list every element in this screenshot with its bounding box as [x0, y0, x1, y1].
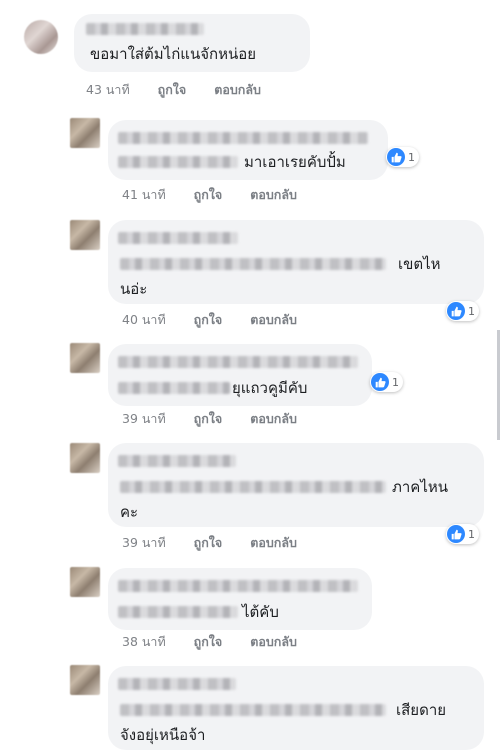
reply-link[interactable]: ตอบกลับ: [250, 535, 297, 550]
reply-comment: มาเอาเรยคับปั้ม 1 41 นาที ถูกใจ ตอบกลับ: [0, 110, 500, 210]
blurred-author-name[interactable]: [118, 132, 368, 144]
reply-link[interactable]: ตอบกลับ: [250, 411, 297, 426]
comment-meta: 41 นาที ถูกใจ ตอบกลับ: [122, 185, 321, 205]
reply-link[interactable]: ตอบกลับ: [250, 634, 297, 649]
avatar[interactable]: [70, 118, 100, 148]
reaction-count[interactable]: 1: [370, 372, 403, 392]
reaction-number: 1: [392, 375, 399, 389]
blurred-text: [118, 382, 230, 394]
like-link[interactable]: ถูกใจ: [158, 82, 187, 97]
avatar[interactable]: [70, 443, 100, 473]
avatar[interactable]: [70, 665, 100, 695]
avatar[interactable]: [70, 220, 100, 250]
comment-text: ภาคไหน: [392, 478, 449, 496]
blurred-author-name[interactable]: [118, 580, 358, 592]
blurred-text: [120, 704, 386, 716]
comment-bubble: ยุแถวคูมีคับ: [108, 344, 372, 406]
like-thumb-icon: [447, 525, 465, 543]
reaction-count[interactable]: 1: [386, 147, 419, 167]
comment-bubble: ไต้คับ: [108, 568, 372, 630]
like-link[interactable]: ถูกใจ: [194, 535, 223, 550]
blurred-text: [120, 481, 386, 493]
comment-text: ยุแถวคูมีคับ: [232, 379, 308, 397]
comment-bubble: มาเอาเรยคับปั้ม: [108, 120, 388, 180]
reply-comment: เสียดาย จังอยุ่เหนือจ้า: [0, 660, 500, 751]
blurred-text: [118, 606, 238, 618]
comment: ขอมาใส่ต้มไก่แนจักหน่อย 43 นาที ถูกใจ ตอ…: [0, 0, 500, 100]
avatar[interactable]: [24, 20, 58, 54]
comment-text-line-2: จังอยุ่เหนือจ้า: [120, 726, 206, 744]
comment-text: เสียดาย: [396, 701, 447, 719]
comment-meta: 40 นาที ถูกใจ ตอบกลับ: [122, 310, 321, 330]
blurred-author-name[interactable]: [86, 23, 204, 35]
avatar[interactable]: [70, 343, 100, 373]
comment-bubble: เสียดาย จังอยุ่เหนือจ้า: [108, 666, 484, 750]
comment-text: ไต้คับ: [242, 603, 279, 621]
reaction-count[interactable]: 1: [446, 524, 479, 544]
like-thumb-icon: [447, 302, 465, 320]
comment-text: เขตไห: [398, 255, 441, 273]
comment-text: มาเอาเรยคับปั้ม: [244, 153, 346, 171]
blurred-author-name[interactable]: [118, 356, 358, 368]
like-link[interactable]: ถูกใจ: [194, 312, 223, 327]
timestamp[interactable]: 38 นาที: [122, 634, 166, 649]
timestamp[interactable]: 40 นาที: [122, 312, 166, 327]
comment-bubble: ขอมาใส่ต้มไก่แนจักหน่อย: [74, 14, 310, 72]
reply-link[interactable]: ตอบกลับ: [250, 312, 297, 327]
reply-comment: ภาคไหน คะ 1 39 นาที ถูกใจ ตอบกลับ: [0, 438, 500, 558]
like-link[interactable]: ถูกใจ: [194, 187, 223, 202]
like-link[interactable]: ถูกใจ: [194, 411, 223, 426]
comment-meta: 43 นาที ถูกใจ ตอบกลับ: [86, 80, 285, 100]
reply-link[interactable]: ตอบกลับ: [214, 82, 261, 97]
blurred-author-name[interactable]: [118, 455, 236, 467]
comment-text-line-2: นอ่ะ: [120, 280, 148, 298]
timestamp[interactable]: 43 นาที: [86, 82, 130, 97]
like-link[interactable]: ถูกใจ: [194, 634, 223, 649]
reply-comment: ยุแถวคูมีคับ 1 39 นาที ถูกใจ ตอบกลับ: [0, 338, 500, 433]
timestamp[interactable]: 41 นาที: [122, 187, 166, 202]
blurred-text: [118, 156, 238, 168]
reply-comment: ไต้คับ 38 นาที ถูกใจ ตอบกลับ: [0, 560, 500, 655]
like-thumb-icon: [371, 373, 389, 391]
comment-meta: 39 นาที ถูกใจ ตอบกลับ: [122, 533, 321, 553]
reaction-count[interactable]: 1: [446, 301, 479, 321]
blurred-author-name[interactable]: [118, 232, 238, 244]
reaction-number: 1: [408, 150, 415, 164]
comment-text: ขอมาใส่ต้มไก่แนจักหน่อย: [90, 45, 257, 63]
reaction-number: 1: [468, 527, 475, 541]
comment-thread: ขอมาใส่ต้มไก่แนจักหน่อย 43 นาที ถูกใจ ตอ…: [0, 0, 500, 751]
comment-meta: 39 นาที ถูกใจ ตอบกลับ: [122, 409, 321, 429]
reply-link[interactable]: ตอบกลับ: [250, 187, 297, 202]
avatar[interactable]: [70, 567, 100, 597]
timestamp[interactable]: 39 นาที: [122, 411, 166, 426]
blurred-author-name[interactable]: [118, 678, 236, 690]
reply-comment: เขตไห นอ่ะ 1 40 นาที ถูกใจ ตอบกลับ: [0, 215, 500, 335]
comment-meta: 38 นาที ถูกใจ ตอบกลับ: [122, 632, 321, 652]
comment-bubble: ภาคไหน คะ: [108, 443, 484, 527]
like-thumb-icon: [387, 148, 405, 166]
reaction-number: 1: [468, 304, 475, 318]
comment-bubble: เขตไห นอ่ะ: [108, 220, 484, 304]
timestamp[interactable]: 39 นาที: [122, 535, 166, 550]
blurred-text: [120, 258, 386, 270]
comment-text-line-2: คะ: [120, 503, 139, 521]
